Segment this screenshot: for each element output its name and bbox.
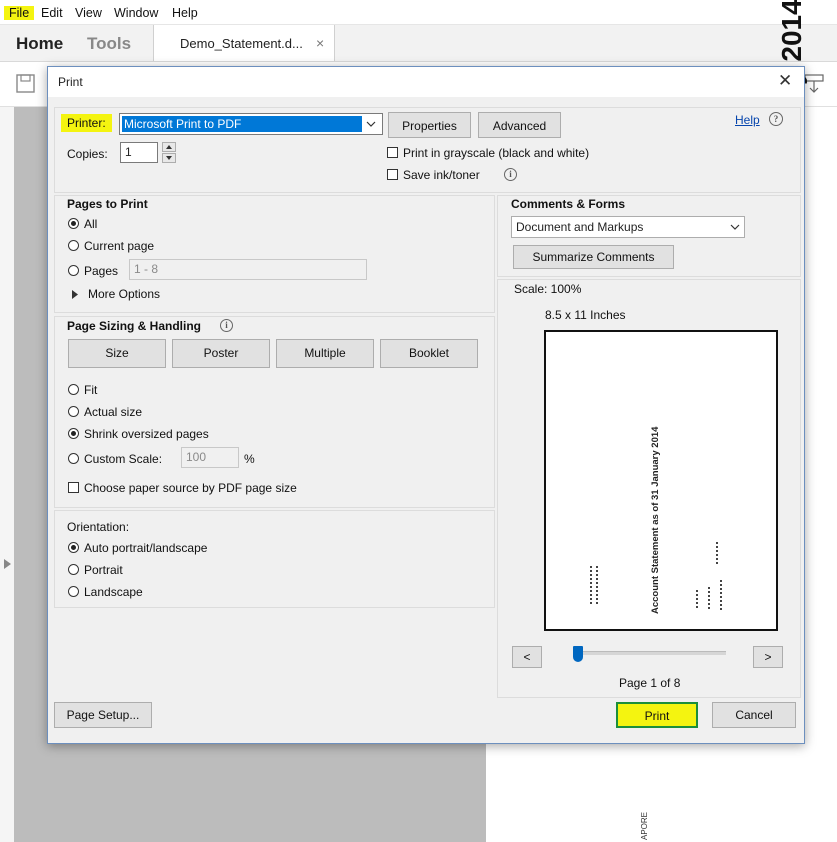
printer-select-value: Microsoft Print to PDF — [122, 116, 362, 132]
cancel-button[interactable]: Cancel — [712, 702, 796, 728]
portrait-label: Portrait — [84, 563, 123, 577]
current-page-radio[interactable] — [68, 240, 79, 251]
printer-label: Printer: — [61, 114, 112, 132]
summarize-comments-button[interactable]: Summarize Comments — [513, 245, 674, 269]
preview-page-title: Account Statement as of 31 January 2014 — [650, 426, 661, 614]
page-sizing-info-icon[interactable]: i — [220, 319, 233, 332]
preview-paper-size-label: 8.5 x 11 Inches — [545, 308, 626, 322]
properties-button[interactable]: Properties — [388, 112, 471, 138]
expand-triangle-icon[interactable] — [72, 290, 80, 299]
orientation-title: Orientation: — [67, 520, 130, 534]
landscape-label: Landscape — [84, 585, 143, 599]
pages-range-radio[interactable] — [68, 265, 79, 276]
help-question-icon[interactable]: ? — [769, 112, 783, 126]
pages-range-input[interactable]: 1 - 8 — [129, 259, 367, 280]
copies-stepper[interactable] — [162, 142, 176, 163]
auto-orientation-label: Auto portrait/landscape — [84, 541, 208, 555]
preview-text-block — [708, 587, 710, 611]
page-count-label: Page 1 of 8 — [619, 676, 681, 690]
home-tab[interactable]: Home — [16, 34, 63, 54]
copies-up-icon[interactable] — [162, 142, 176, 152]
close-tab-icon[interactable]: × — [316, 35, 324, 51]
pages-range-label: Pages — [84, 264, 119, 278]
preview-page-thumbnail: Account Statement as of 31 January 2014 — [544, 330, 778, 631]
portrait-radio[interactable] — [68, 564, 79, 575]
comments-forms-title: Comments & Forms — [511, 197, 626, 211]
comments-select[interactable]: Document and Markups — [511, 216, 745, 238]
percent-label: % — [244, 452, 255, 466]
preview-text-block — [716, 542, 718, 564]
save-ink-checkbox[interactable] — [387, 169, 398, 180]
left-navigation-pane — [0, 107, 14, 842]
copies-label: Copies: — [67, 147, 108, 161]
save-icon[interactable] — [16, 74, 36, 94]
copies-down-icon[interactable] — [162, 153, 176, 163]
grayscale-label: Print in grayscale (black and white) — [403, 146, 590, 160]
paper-source-label: Choose paper source by PDF page size — [84, 481, 297, 495]
document-tab-label: Demo_Statement.d... — [180, 36, 303, 51]
menu-view[interactable]: View — [75, 6, 102, 20]
printer-select[interactable]: Microsoft Print to PDF — [119, 113, 383, 135]
preview-text-block — [596, 566, 598, 604]
fit-label: Fit — [84, 383, 98, 397]
paper-source-checkbox[interactable] — [68, 482, 79, 493]
copies-input[interactable]: 1 — [120, 142, 158, 163]
pages-to-print-title: Pages to Print — [67, 197, 148, 211]
preview-scale-label: Scale: 100% — [514, 282, 582, 296]
custom-scale-label: Custom Scale: — [84, 452, 163, 466]
print-button[interactable]: Print — [616, 702, 698, 728]
actual-size-radio[interactable] — [68, 406, 79, 417]
booklet-button[interactable]: Booklet — [380, 339, 478, 368]
shrink-oversized-label: Shrink oversized pages — [84, 427, 209, 441]
pages-all-radio[interactable] — [68, 218, 79, 229]
grayscale-checkbox[interactable] — [387, 147, 398, 158]
custom-scale-input[interactable]: 100 — [181, 447, 239, 468]
menu-window[interactable]: Window — [114, 6, 158, 20]
multiple-button[interactable]: Multiple — [276, 339, 374, 368]
preview-text-block — [590, 566, 592, 604]
actual-size-label: Actual size — [84, 405, 143, 419]
more-options-toggle[interactable]: More Options — [88, 287, 160, 301]
shrink-oversized-radio[interactable] — [68, 428, 79, 439]
print-dialog: Print ✕ Printer: Microsoft Print to PDF … — [47, 66, 805, 744]
page-setup-button[interactable]: Page Setup... — [54, 702, 152, 728]
pages-all-label: All — [84, 217, 98, 231]
menu-edit[interactable]: Edit — [41, 6, 63, 20]
landscape-radio[interactable] — [68, 586, 79, 597]
page-slider-thumb[interactable] — [573, 646, 583, 662]
tools-tab[interactable]: Tools — [87, 34, 131, 54]
menu-help[interactable]: Help — [172, 6, 198, 20]
expand-pane-icon[interactable] — [4, 559, 12, 569]
previous-page-button[interactable]: < — [512, 646, 542, 668]
next-page-button[interactable]: > — [753, 646, 783, 668]
chevron-down-icon — [366, 121, 376, 127]
tab-bar: Home Tools Demo_Statement.d... × — [0, 25, 837, 62]
custom-scale-radio[interactable] — [68, 453, 79, 464]
close-dialog-button[interactable]: ✕ — [778, 71, 792, 91]
menu-bar: File Edit View Window Help — [0, 0, 837, 25]
document-footer-text: APORE — [640, 811, 649, 840]
current-page-label: Current page — [84, 239, 155, 253]
document-tab[interactable]: Demo_Statement.d... × — [153, 25, 335, 61]
chevron-down-icon — [730, 224, 740, 230]
help-link[interactable]: Help — [735, 113, 760, 127]
menu-file[interactable]: File — [4, 6, 35, 20]
page-sizing-title: Page Sizing & Handling — [67, 319, 202, 333]
save-ink-info-icon[interactable]: i — [504, 168, 517, 181]
auto-orientation-radio[interactable] — [68, 542, 79, 553]
dialog-title: Print — [58, 75, 83, 89]
preview-text-block — [696, 590, 698, 610]
poster-button[interactable]: Poster — [172, 339, 270, 368]
page-slider-track[interactable] — [573, 646, 726, 662]
comments-select-value: Document and Markups — [516, 220, 644, 234]
save-ink-label: Save ink/toner — [403, 168, 480, 182]
dialog-titlebar: Print ✕ — [48, 67, 804, 97]
preview-text-block — [720, 580, 722, 612]
advanced-button[interactable]: Advanced — [478, 112, 561, 138]
fit-radio[interactable] — [68, 384, 79, 395]
size-button[interactable]: Size — [68, 339, 166, 368]
